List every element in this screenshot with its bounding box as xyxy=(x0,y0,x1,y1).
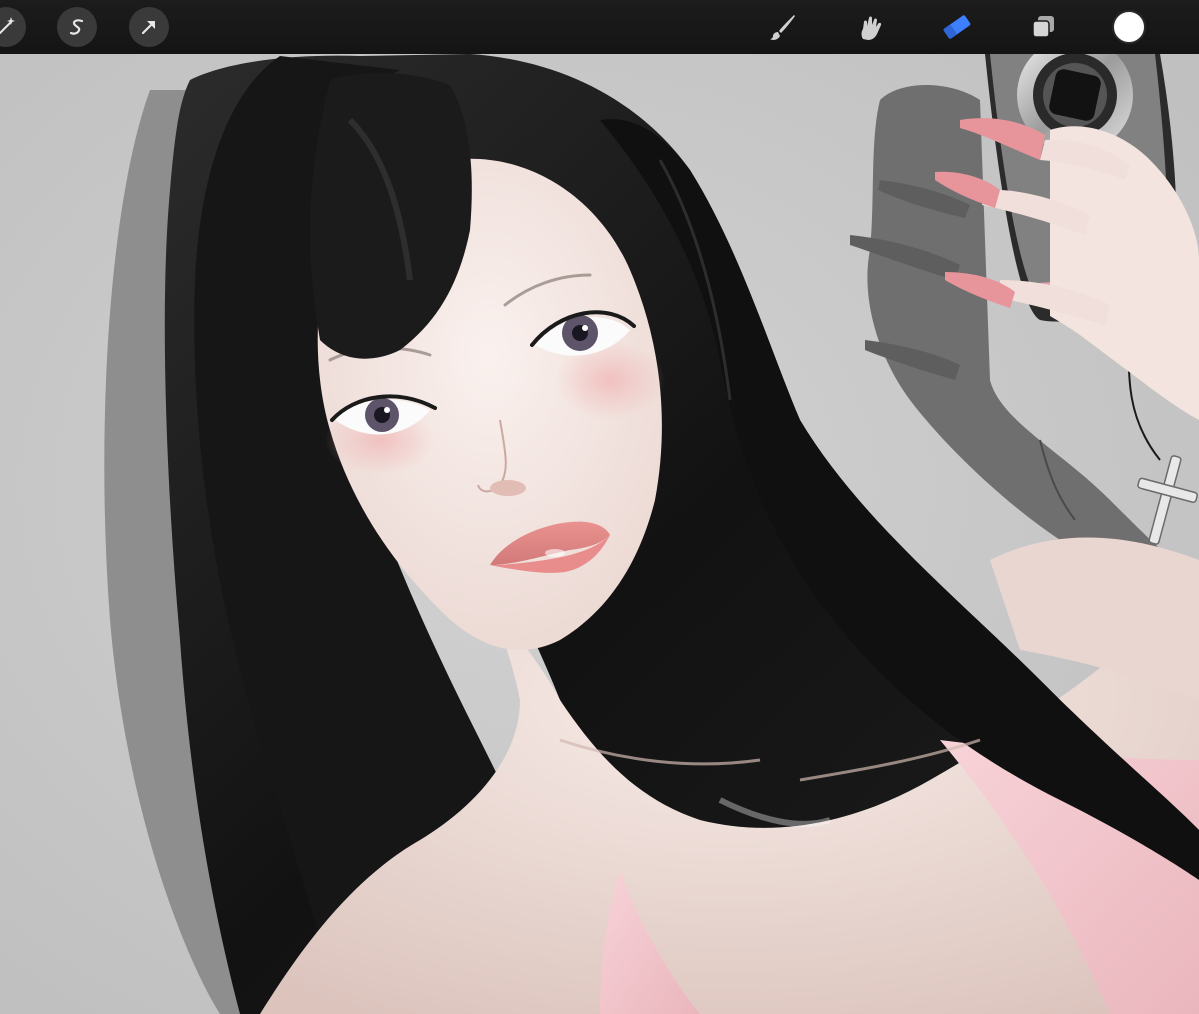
color-picker-swatch[interactable] xyxy=(1112,10,1146,44)
procreate-app xyxy=(0,0,1199,1014)
transform-button[interactable] xyxy=(129,7,169,47)
top-toolbar xyxy=(0,0,1199,54)
drawing-canvas[interactable] xyxy=(0,54,1199,1014)
arrow-cursor-icon xyxy=(138,16,160,38)
selection-button[interactable] xyxy=(57,7,97,47)
brush-icon xyxy=(768,12,798,42)
eraser-tool-button[interactable] xyxy=(937,7,977,47)
eraser-icon xyxy=(941,11,973,43)
brush-tool-button[interactable] xyxy=(763,7,803,47)
smudge-finger-icon xyxy=(855,12,885,42)
selection-s-icon xyxy=(66,16,88,38)
smudge-tool-button[interactable] xyxy=(850,7,890,47)
magic-wand-icon xyxy=(0,16,17,38)
layers-icon xyxy=(1028,12,1058,42)
artwork-illustration xyxy=(0,54,1199,1014)
adjustments-button[interactable] xyxy=(0,7,26,47)
layers-button[interactable] xyxy=(1023,7,1063,47)
